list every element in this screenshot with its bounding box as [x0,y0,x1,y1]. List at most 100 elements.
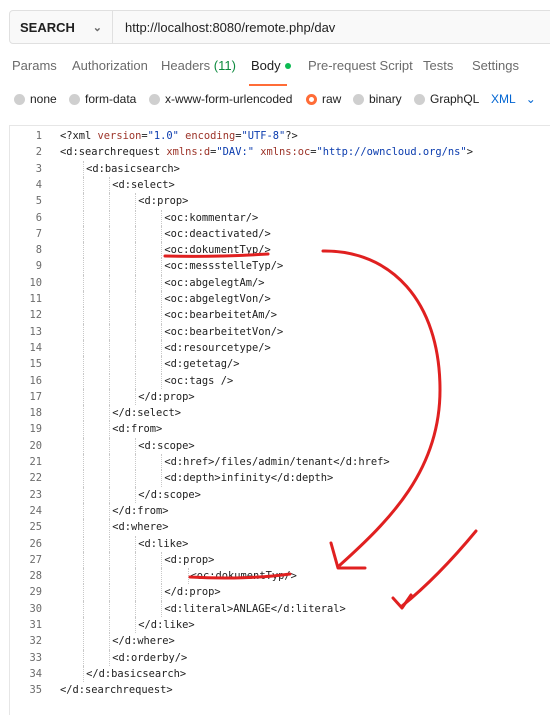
indent-guide [83,193,85,210]
code-text: <oc:dokumentTyp/> [164,242,270,258]
indent-guide [83,307,85,324]
method-select[interactable]: SEARCH ⌄ [10,11,113,43]
line-number: 11 [29,293,42,305]
code-token: <d:prop> [164,553,215,566]
indent-guide [161,600,163,617]
body-type-form-data-label: form-data [85,92,137,106]
code-text: </d:basicsearch> [86,666,186,682]
code-token: "http://owncloud.org/ns" [316,146,467,159]
code-line: 34 </d:basicsearch> [10,665,550,683]
line-number: 19 [29,423,42,436]
body-type-graphql[interactable]: GraphQL [414,92,479,106]
indent-guide [161,454,163,471]
code-text: <oc:dokumentTyp/> [191,568,297,584]
code-text: <oc:messstelleTyp/> [164,258,283,274]
indent-guide [135,535,137,552]
code-line: 2 <d:searchrequest xmlns:d="DAV:" xmlns:o… [10,144,550,160]
indent-guide [109,502,111,520]
indent-guide [135,437,137,454]
url-input[interactable]: http://localhost:8080/remote.php/dav [113,20,335,35]
code-text: <oc:abgelegtAm/> [164,275,264,291]
code-token: encoding [185,130,236,142]
code-text: <d:searchrequest xmlns:d="DAV:" xmlns:oc… [60,144,473,160]
indent-guide [135,388,137,406]
body-type-form-data[interactable]: form-data [69,92,136,106]
indent-guide [109,258,111,275]
body-type-urlencoded[interactable]: x-www-form-urlencoded [149,92,292,106]
code-line: 21 <d:href>/files/admin/tenant</d:href> [10,454,550,471]
indent-guide [135,551,137,569]
tab-headers[interactable]: Headers (11) [161,58,236,73]
indent-guide [109,454,111,471]
code-line: 1 <?xml version="1.0" encoding="UTF-8"?> [10,128,550,144]
indent-guide [109,323,111,340]
indent-guide [161,209,163,226]
code-token: <d:like> [138,537,189,550]
body-type-binary[interactable]: binary [353,92,402,106]
code-token: ?> [285,130,298,142]
tab-body[interactable]: Body [251,58,291,73]
code-token: <oc:messstelleTyp/> [164,260,284,273]
indent-guide [83,356,85,373]
indent-guide [135,225,137,243]
code-token: <d:getetag/> [164,358,240,371]
indent-guide [161,470,163,487]
line-number: 24 [29,504,42,517]
indent-guide [83,502,85,520]
code-editor[interactable]: 1 <?xml version="1.0" encoding="UTF-8"?> 2… [9,125,550,715]
indent-guide [161,258,163,275]
code-text: <d:like> [138,536,188,552]
method-label: SEARCH [20,19,75,35]
code-token: <d:from> [112,423,163,436]
code-text: <d:select> [112,177,175,193]
code-line: 4 <d:select> [10,176,550,194]
code-token: </d:from> [112,504,169,517]
indent-guide [109,649,111,666]
radio-icon [353,93,364,105]
indent-guide [109,388,111,406]
tab-tests[interactable]: Tests [423,58,453,73]
indent-guide [83,470,85,487]
indent-guide [135,193,137,210]
code-text: <oc:abgelegtVon/> [164,291,270,307]
line-number: 15 [29,358,42,371]
request-tabs: Params Authorization Headers (11) Body P… [0,56,550,78]
indent-guide [109,633,111,650]
radio-icon [14,93,25,105]
indent-guide [135,258,137,275]
code-line: 31 </d:like> [10,617,550,634]
indent-guide [83,388,85,406]
code-line: 7 <oc:deactivated/> [10,225,550,243]
indent-guide [135,568,137,585]
line-number: 5 [35,195,42,208]
code-text: <oc:tags /> [164,373,233,389]
indent-guide [83,421,85,438]
indent-guide [161,551,163,569]
code-text: <d:prop> [138,193,188,209]
code-token: <oc:tags /> [164,374,234,387]
line-number: 32 [29,635,42,648]
line-number: 2 [35,146,42,159]
code-line: 28 <oc:dokumentTyp/> [10,568,550,585]
indent-guide [83,242,85,259]
code-line: 30 <d:literal>ANLAGE</d:literal> [10,600,550,617]
tab-authorization[interactable]: Authorization [72,58,148,73]
body-type-raw[interactable]: raw [306,92,341,106]
code-token: <oc:dokumentTyp/> [164,244,271,257]
code-line: 14 <d:resourcetype/> [10,339,550,357]
code-line: 3 <d:basicsearch> [10,160,550,177]
line-number: 28 [29,570,42,583]
code-token: version [97,130,142,142]
format-select[interactable]: XML ⌄ [491,92,536,106]
tab-prerequest-script[interactable]: Pre-request Script [308,58,413,73]
line-number: 4 [35,178,42,191]
tab-params[interactable]: Params [12,58,57,73]
indent-guide [109,225,111,243]
body-type-none[interactable]: none [14,92,57,106]
tab-settings[interactable]: Settings [472,58,519,73]
code-token: <?xml [60,130,98,142]
indent-guide [109,617,111,634]
code-token: <oc:abgelegtAm/> [164,276,265,289]
indent-guide [83,584,85,601]
indent-guide [161,339,163,357]
